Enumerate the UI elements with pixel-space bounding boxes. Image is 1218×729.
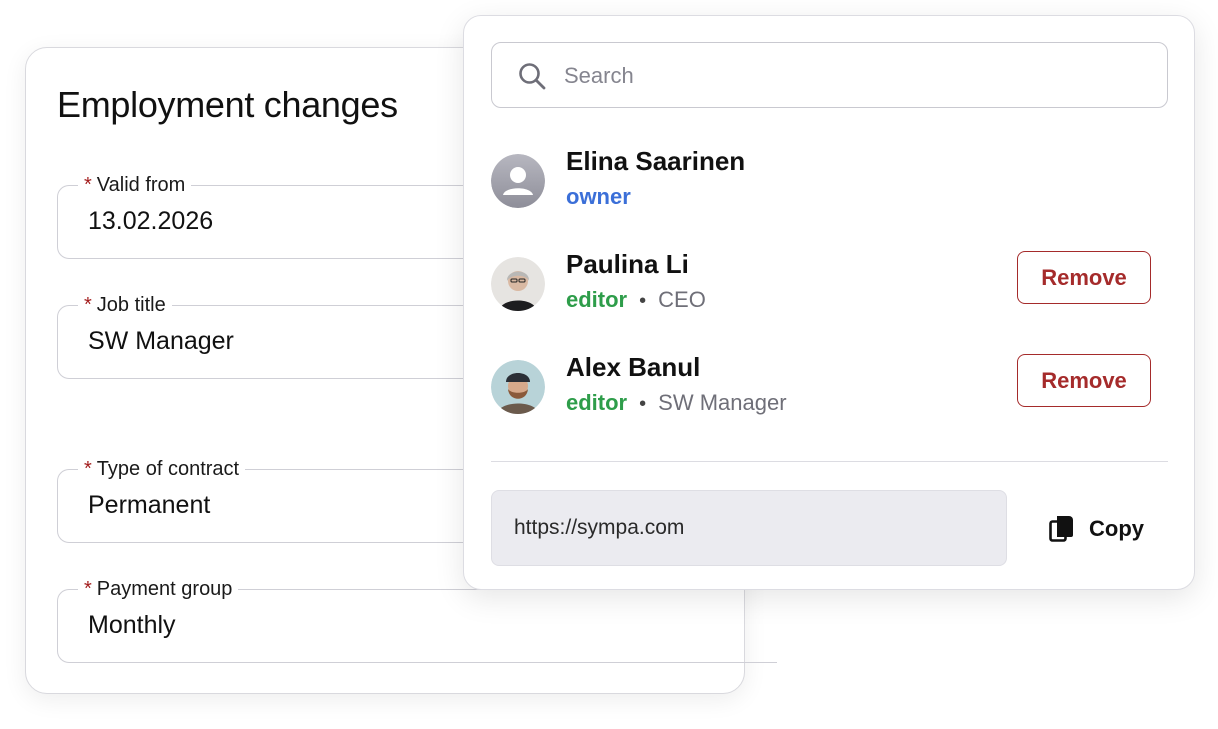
payment-group-value: Monthly (88, 611, 176, 639)
user-meta: owner (566, 184, 631, 210)
remove-user-button[interactable]: Remove (1017, 354, 1151, 407)
valid-from-label: * Valid from (78, 172, 192, 198)
payment-group-label: * Payment group (78, 576, 239, 602)
role-badge-owner: owner (566, 184, 631, 209)
share-link-url: https://sympa.com (514, 516, 685, 539)
user-name: Alex Banul (566, 352, 701, 382)
user-job-title: SW Manager (658, 390, 787, 415)
remove-user-button[interactable]: Remove (1017, 251, 1151, 304)
copy-label: Copy (1089, 516, 1144, 541)
alex-banul-avatar (491, 360, 545, 414)
required-marker: * (84, 294, 92, 316)
share-popover: Elina Saarinen owner Paulina Li editor • C… (463, 15, 1195, 590)
separator-dot: • (639, 393, 647, 415)
user-row-alex-banul: Alex Banul editor • SW Manager Remove (491, 352, 1151, 422)
user-job-title: CEO (658, 287, 706, 312)
separator-dot: • (639, 290, 647, 312)
valid-from-value: 13.02.2026 (88, 207, 214, 235)
job-title-value: SW Manager (88, 327, 234, 355)
divider (491, 461, 1168, 462)
contract-type-value: Permanent (88, 491, 211, 519)
stage: Employment changes * Valid from 13.02.202… (0, 0, 1218, 729)
share-link-field[interactable]: https://sympa.com (491, 490, 1007, 566)
user-name: Paulina Li (566, 249, 689, 279)
employment-title: Employment changes (57, 84, 398, 125)
copy-icon (1049, 516, 1073, 542)
user-name: Elina Saarinen (566, 146, 746, 176)
contract-type-label: * Type of contract (78, 456, 246, 482)
paulina-li-avatar (491, 257, 545, 311)
required-marker: * (84, 174, 92, 196)
required-marker: * (84, 578, 92, 600)
copy-link-button[interactable]: Copy (1039, 504, 1159, 554)
search-icon (519, 63, 546, 90)
job-title-label: * Job title (78, 292, 172, 318)
search-box[interactable] (491, 42, 1168, 108)
user-meta: editor • SW Manager (566, 390, 787, 416)
role-badge-editor: editor (566, 287, 628, 312)
required-marker: * (84, 458, 92, 480)
user-meta: editor • CEO (566, 287, 706, 313)
default-avatar-icon (491, 154, 545, 208)
search-input[interactable] (562, 55, 1146, 97)
user-row-paulina-li: Paulina Li editor • CEO Remove (491, 249, 1151, 319)
payment-group-field[interactable]: * Payment group Monthly (57, 576, 777, 663)
role-badge-editor: editor (566, 390, 628, 415)
user-row-elina-saarinen: Elina Saarinen owner (491, 146, 1151, 216)
